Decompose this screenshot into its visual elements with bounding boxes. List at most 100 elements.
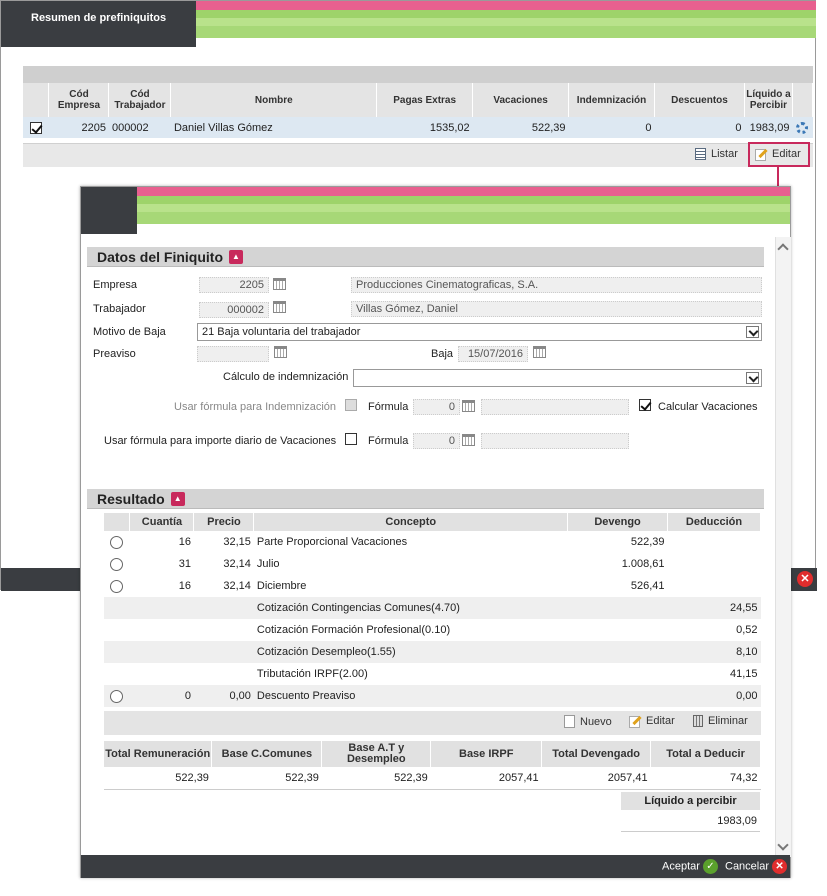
- dialog-title-block: [81, 187, 137, 234]
- formula-vac-label: Usar fórmula para importe diario de Vaca…: [104, 435, 337, 447]
- scroll-up-icon[interactable]: [777, 243, 789, 255]
- column-header: Base A.T y Desempleo: [321, 741, 432, 767]
- column-header[interactable]: Cód Empresa: [48, 83, 110, 117]
- column-header[interactable]: Descuentos: [654, 83, 745, 117]
- table-row[interactable]: 0 0,00 Descuento Preaviso 0,00: [104, 685, 761, 707]
- lookup-icon[interactable]: [273, 301, 286, 313]
- empresa-name-field: Producciones Cinematograficas, S.A.: [351, 277, 762, 293]
- baja-label: Baja: [431, 348, 454, 360]
- totals-table: Total Remuneración Base C.Comunes Base A…: [104, 741, 761, 790]
- table-row[interactable]: 2205 000002 Daniel Villas Gómez 1535,02 …: [23, 117, 813, 138]
- formula-indem-checkbox[interactable]: [345, 399, 357, 411]
- nuevo-button[interactable]: Nuevo: [564, 715, 612, 728]
- row-radio[interactable]: [110, 557, 124, 571]
- table-row[interactable]: 31 32,14 Julio 1.008,61: [104, 553, 761, 575]
- cell-devengo: [567, 685, 668, 707]
- header-stripe: [137, 187, 790, 196]
- lookup-icon[interactable]: [462, 434, 475, 446]
- column-header: Base IRPF: [430, 741, 543, 767]
- chevron-down-icon[interactable]: [746, 372, 759, 384]
- close-icon[interactable]: ✕: [797, 571, 813, 587]
- liquido-value: 1983,09: [621, 810, 760, 832]
- trabajador-code-field[interactable]: 000002: [199, 302, 269, 318]
- collapse-icon[interactable]: ▲: [170, 491, 185, 506]
- formula-indem-field: 0: [413, 399, 460, 415]
- table-row[interactable]: 16 32,15 Parte Proporcional Vacaciones 5…: [104, 531, 761, 553]
- pencil-icon: [629, 715, 641, 728]
- motivo-select[interactable]: 21 Baja voluntaria del trabajador: [197, 323, 762, 341]
- cell-cuantia: [129, 641, 194, 663]
- trash-icon: [693, 715, 703, 727]
- row-checkbox[interactable]: [29, 121, 42, 134]
- cell-precio: [194, 619, 254, 641]
- column-header: Total Devengado: [541, 741, 652, 767]
- gear-icon[interactable]: [796, 121, 809, 134]
- column-header: Total a Deducir: [650, 741, 761, 767]
- new-document-icon: [564, 715, 575, 728]
- eliminar-button[interactable]: Eliminar: [693, 715, 748, 727]
- column-header[interactable]: Deducción: [667, 513, 761, 531]
- table-row[interactable]: 16 32,14 Diciembre 526,41: [104, 575, 761, 597]
- calendar-icon[interactable]: [274, 346, 287, 358]
- baja-date-field[interactable]: 15/07/2016: [458, 346, 528, 362]
- row-radio[interactable]: [110, 535, 124, 549]
- cell-deduccion: [668, 575, 761, 597]
- empresa-code-field[interactable]: 2205: [199, 277, 269, 293]
- formula-label: Fórmula: [368, 435, 409, 447]
- cell-concepto: Diciembre: [256, 580, 307, 592]
- column-header[interactable]: Cód Trabajador: [108, 83, 172, 117]
- column-header[interactable]: Vacaciones: [472, 83, 570, 117]
- nuevo-label: Nuevo: [580, 715, 612, 728]
- cell-precio: 0,00: [193, 685, 254, 707]
- listar-button[interactable]: Listar: [695, 148, 738, 160]
- chevron-down-icon[interactable]: [746, 326, 759, 338]
- scroll-down-icon[interactable]: [777, 839, 789, 851]
- collapse-icon[interactable]: ▲: [229, 249, 243, 264]
- outer-toolbar: Listar Editar: [23, 143, 813, 167]
- header-stripe: [196, 1, 816, 10]
- cell-deduccion: [668, 531, 761, 553]
- table-row: Cotización Contingencias Comunes(4.70) 2…: [104, 597, 761, 619]
- aceptar-label: Aceptar: [662, 860, 700, 873]
- lookup-icon[interactable]: [273, 278, 286, 290]
- row-radio[interactable]: [110, 689, 124, 703]
- actions-column-header: [792, 83, 814, 117]
- column-header[interactable]: Nombre: [170, 83, 378, 117]
- cell-precio: [194, 663, 254, 685]
- cell-trabajador: 000002: [108, 117, 171, 138]
- lookup-icon[interactable]: [462, 400, 475, 412]
- calendar-icon[interactable]: [533, 346, 546, 358]
- aceptar-button[interactable]: Aceptar ✓: [662, 859, 718, 874]
- cancelar-button[interactable]: Cancelar ✕: [725, 859, 788, 874]
- column-header[interactable]: Indemnización: [568, 83, 656, 117]
- column-header[interactable]: Devengo: [567, 513, 669, 531]
- select-column-header: [23, 83, 50, 117]
- column-header[interactable]: Cuantía: [129, 513, 195, 531]
- column-header[interactable]: Precio: [193, 513, 255, 531]
- column-header[interactable]: Líquido a Percibir: [744, 83, 793, 117]
- calcular-vacaciones-label: Calcular Vacaciones: [658, 401, 758, 413]
- cell-empresa: 2205: [48, 117, 109, 138]
- column-header[interactable]: Pagas Extras: [376, 83, 474, 117]
- row-radio[interactable]: [110, 579, 124, 593]
- header-stripe: [196, 18, 816, 26]
- vertical-scrollbar[interactable]: [775, 237, 791, 857]
- eliminar-label: Eliminar: [708, 715, 748, 727]
- base-comunes: 522,39: [211, 767, 322, 790]
- finiquito-dialog: Datos del Finiquito ▲ Empresa 2205 Produ…: [80, 186, 791, 878]
- calcular-vacaciones-checkbox[interactable]: [639, 399, 651, 411]
- table-row: Cotización Formación Profesional(0.10) 0…: [104, 619, 761, 641]
- motivo-label: Motivo de Baja: [93, 326, 166, 338]
- window-title: Resumen de prefiniquitos: [1, 1, 196, 47]
- cell-concepto: Descuento Preaviso: [253, 685, 568, 707]
- cell-cuantia: 16: [178, 580, 191, 592]
- preaviso-field[interactable]: [197, 346, 269, 362]
- calculo-select[interactable]: [353, 369, 762, 387]
- formula-vac-checkbox[interactable]: [345, 433, 357, 445]
- editar-button[interactable]: Editar: [629, 715, 675, 728]
- cell-concepto: Tributación IRPF(2.00): [256, 668, 368, 680]
- cell-concepto: Cotización Contingencias Comunes(4.70): [253, 597, 568, 619]
- column-header[interactable]: Concepto: [253, 513, 569, 531]
- cell-deduccion: 41,15: [729, 668, 758, 680]
- column-header: Total Remuneración: [104, 741, 213, 767]
